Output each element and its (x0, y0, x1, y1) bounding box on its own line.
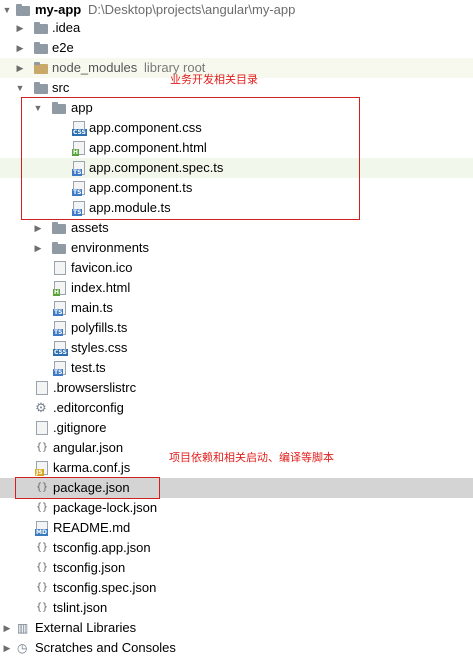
app-folder-highlight-box (21, 97, 360, 220)
tree-item-readme-md[interactable]: MD README.md (0, 518, 473, 538)
tree-item-label: assets (71, 220, 109, 235)
image-file-icon (54, 261, 66, 275)
tree-item-tsconfig-json[interactable]: {} tsconfig.json (0, 558, 473, 578)
folder-icon (16, 4, 30, 16)
badge: H (53, 289, 61, 296)
tree-item-test-ts[interactable]: TS test.ts (0, 358, 473, 378)
tree-item-label: test.ts (71, 360, 106, 375)
tree-item-external-libraries[interactable]: ▶ ▥ External Libraries (0, 618, 473, 638)
tree-item-label: .idea (52, 20, 81, 35)
scratches-icon: ◷ (17, 641, 28, 655)
tree-item-scratches-consoles[interactable]: ▶ ◷ Scratches and Consoles (0, 638, 473, 658)
chevron-right-icon[interactable]: ▶ (32, 218, 44, 238)
tree-item-label: Scratches and Consoles (35, 640, 176, 655)
chevron-right-icon[interactable]: ▶ (14, 18, 26, 38)
css-file-icon: CSS (53, 341, 68, 356)
markdown-file-icon: MD (35, 521, 48, 536)
chevron-down-icon[interactable]: ▼ (1, 0, 13, 20)
library-icon: ▥ (17, 621, 29, 635)
tree-item-tsconfig-app-json[interactable]: {} tsconfig.app.json (0, 538, 473, 558)
folder-icon (34, 82, 48, 94)
ts-file-icon: TS (53, 361, 66, 376)
tree-item-label: .editorconfig (53, 400, 124, 415)
tree-item-package-lock-json[interactable]: {} package-lock.json (0, 498, 473, 518)
tree-item-label: favicon.ico (71, 260, 133, 275)
root-name: my-app (35, 2, 82, 17)
json-file-icon: {} (35, 442, 49, 453)
tree-item-label: karma.conf.js (53, 460, 131, 475)
folder-icon (52, 222, 66, 234)
tree-item-label: src (52, 80, 70, 95)
tree-item-tsconfig-spec-json[interactable]: {} tsconfig.spec.json (0, 578, 473, 598)
badge: MD (35, 529, 48, 536)
badge: TS (53, 369, 64, 376)
badge: TS (53, 309, 64, 316)
app-directory-note: 业务开发相关目录 (170, 73, 258, 86)
tree-item-label: environments (71, 240, 150, 255)
ts-file-icon: TS (53, 301, 66, 316)
tree-item-editorconfig[interactable]: ⚙ .editorconfig (0, 398, 473, 418)
tree-item-assets[interactable]: ▶ assets (0, 218, 473, 238)
gitignore-file-icon (36, 421, 48, 435)
tree-item-environments[interactable]: ▶ environments (0, 238, 473, 258)
tree-item-karma-conf-js[interactable]: JS karma.conf.js (0, 458, 473, 478)
tree-item-label: .browserslistrc (53, 380, 137, 395)
json-file-icon: {} (35, 542, 49, 553)
json-file-icon: {} (35, 502, 49, 513)
json-file-icon: {} (35, 562, 49, 573)
text-file-icon (36, 381, 48, 395)
badge: TS (53, 329, 64, 336)
package-json-highlight-box (15, 477, 160, 499)
json-file-icon: {} (35, 582, 49, 593)
chevron-right-icon[interactable]: ▶ (14, 58, 26, 78)
tree-item-favicon[interactable]: favicon.ico (0, 258, 473, 278)
tree-item-main-ts[interactable]: TS main.ts (0, 298, 473, 318)
tree-item-label: README.md (53, 520, 131, 535)
tree-item-label: polyfills.ts (71, 320, 128, 335)
tree-item-label: styles.css (71, 340, 128, 355)
js-file-icon: JS (35, 461, 48, 476)
tree-item-label: angular.json (53, 440, 124, 455)
folder-icon (34, 22, 48, 34)
chevron-right-icon[interactable]: ▶ (14, 38, 26, 58)
badge: CSS (53, 349, 68, 356)
tree-item-e2e[interactable]: ▶ e2e (0, 38, 473, 58)
tree-root[interactable]: ▼ my-app D:\Desktop\projects\angular\my-… (0, 0, 473, 20)
tree-item-polyfills-ts[interactable]: TS polyfills.ts (0, 318, 473, 338)
chevron-right-icon[interactable]: ▶ (32, 238, 44, 258)
tree-item-label: main.ts (71, 300, 113, 315)
folder-icon (52, 242, 66, 254)
tree-item-label: e2e (52, 40, 74, 55)
tree-item-index-html[interactable]: H index.html (0, 278, 473, 298)
tree-item-browserslistrc[interactable]: .browserslistrc (0, 378, 473, 398)
folder-icon (34, 42, 48, 54)
json-file-icon: {} (35, 602, 49, 613)
chevron-right-icon[interactable]: ▶ (1, 638, 13, 658)
chevron-right-icon[interactable]: ▶ (1, 618, 13, 638)
tree-item-tslint-json[interactable]: {} tslint.json (0, 598, 473, 618)
gear-icon: ⚙ (35, 400, 47, 415)
tree-item-label: node_modules (52, 60, 138, 75)
folder-icon (34, 62, 48, 74)
tree-item-label: package-lock.json (53, 500, 158, 515)
tree-item-label: tslint.json (53, 600, 108, 615)
tree-item-label: index.html (71, 280, 131, 295)
tree-item-label: tsconfig.spec.json (53, 580, 157, 595)
html-file-icon: H (53, 281, 66, 296)
tree-item-label: .gitignore (53, 420, 107, 435)
tree-item-label: tsconfig.app.json (53, 540, 151, 555)
tree-item-idea[interactable]: ▶ .idea (0, 18, 473, 38)
ts-file-icon: TS (53, 321, 66, 336)
chevron-down-icon[interactable]: ▼ (14, 78, 26, 98)
tree-item-gitignore[interactable]: .gitignore (0, 418, 473, 438)
tree-item-label: External Libraries (35, 620, 137, 635)
root-path: D:\Desktop\projects\angular\my-app (88, 2, 296, 17)
badge: JS (35, 469, 44, 476)
tree-item-label: tsconfig.json (53, 560, 126, 575)
tree-item-styles-css[interactable]: CSS styles.css (0, 338, 473, 358)
